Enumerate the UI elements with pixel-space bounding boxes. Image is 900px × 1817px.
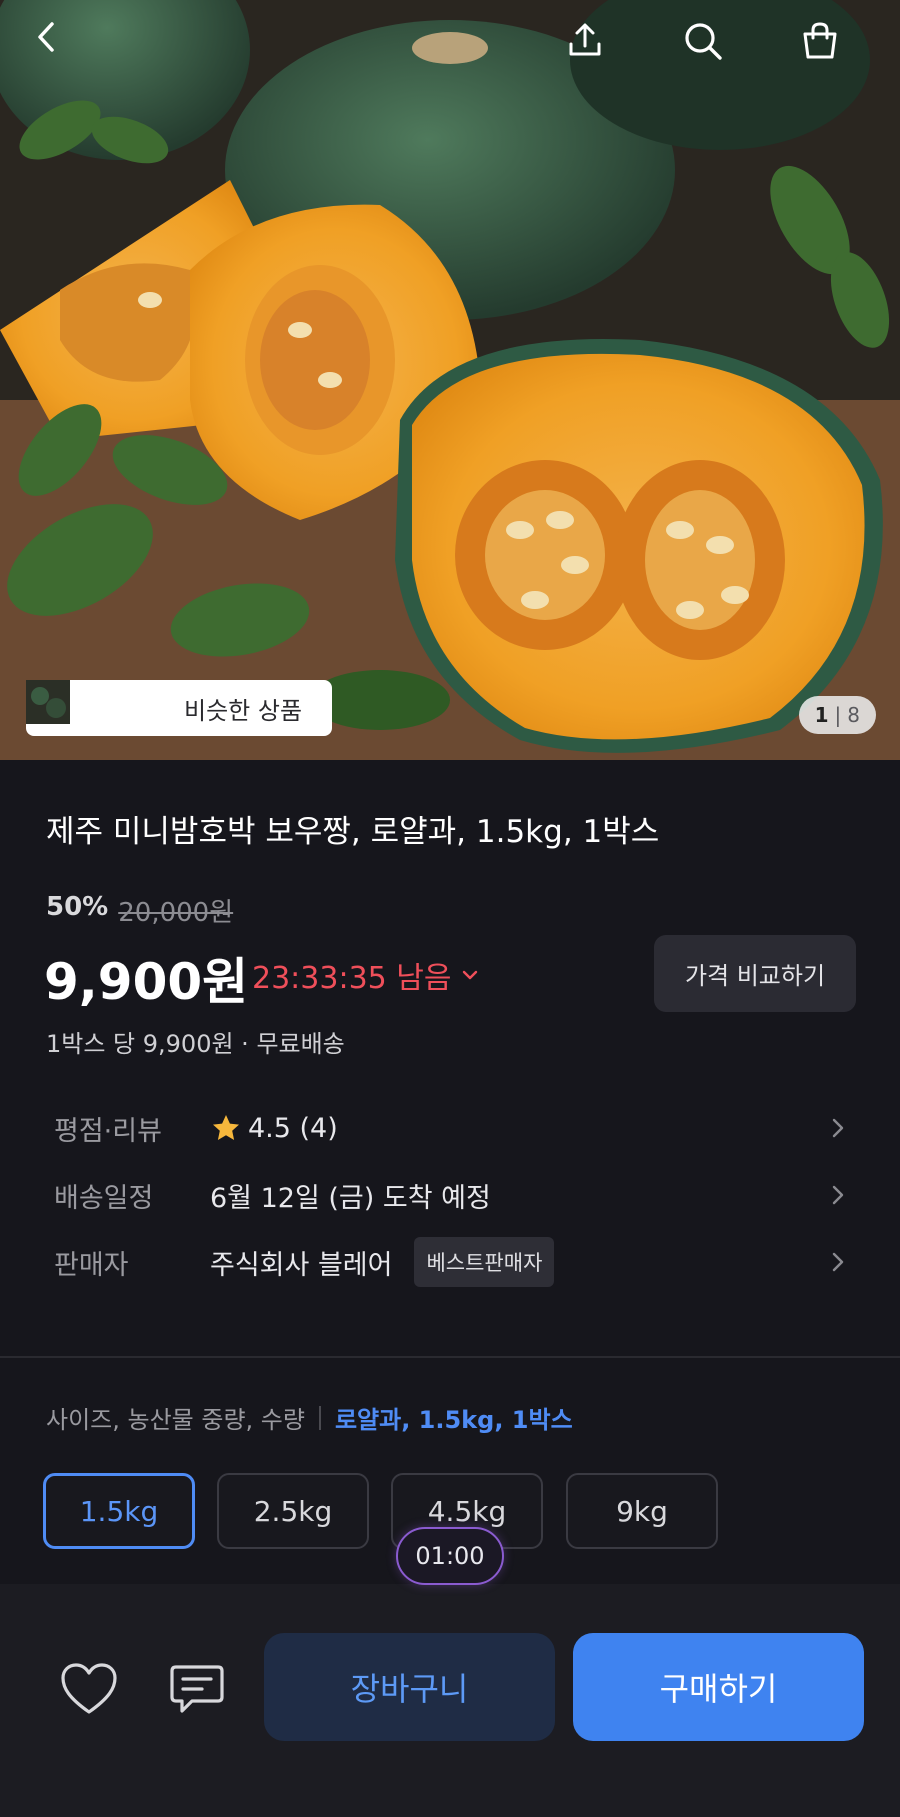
delivery-schedule-row[interactable]: 배송일정 6월 12일 (금) 도착 예정 (0, 1165, 900, 1225)
bag-icon (803, 22, 837, 59)
similar-thumb-2 (26, 680, 125, 730)
product-image-carousel[interactable]: 비슷한 상품 1 | 8 (0, 0, 900, 760)
delivery-schedule-label: 배송일정 (54, 1182, 154, 1214)
deal-timer-text: 23:33:35 남음 (252, 961, 452, 996)
chat-icon (170, 1665, 224, 1713)
rating-review-label: 평점·리뷰 (54, 1115, 162, 1147)
rating-review-value-wrap: 4.5 (4) (210, 1112, 338, 1144)
seller-value-wrap: 주식회사 블레어 베스트판매자 (210, 1237, 555, 1287)
wishlist-button[interactable] (54, 1654, 124, 1724)
option-chip-1-5kg[interactable]: 1.5kg (43, 1473, 195, 1549)
share-icon (569, 23, 601, 56)
chevron-down-icon (463, 970, 478, 980)
heart-icon (61, 1663, 117, 1714)
back-button[interactable] (30, 20, 90, 80)
similar-products-button[interactable]: 비슷한 상품 (26, 680, 332, 736)
chevron-right-icon (832, 1185, 844, 1205)
best-seller-badge: 베스트판매자 (414, 1237, 555, 1287)
inquiry-button[interactable] (162, 1654, 232, 1724)
option-header: 사이즈, 농산물 중량, 수량 로얄과, 1.5kg, 1박스 (46, 1400, 573, 1435)
back-icon (38, 22, 54, 52)
buy-now-button[interactable]: 구매하기 (573, 1633, 864, 1741)
discount-rate: 50% (46, 892, 109, 922)
floating-timer[interactable]: 01:00 (396, 1527, 504, 1585)
similar-thumb-3 (26, 680, 174, 730)
rating-value: 4.5 (4) (248, 1112, 338, 1144)
image-counter: 1 | 8 (798, 696, 876, 734)
share-button[interactable] (565, 20, 625, 80)
option-chip-9kg[interactable]: 9kg (566, 1473, 718, 1549)
seller-label: 판매자 (54, 1249, 129, 1281)
similar-products-label: 비슷한 상품 (184, 696, 303, 725)
search-icon (685, 23, 722, 60)
product-title: 제주 미니밤호박 보우짱, 로얄과, 1.5kg, 1박스 (46, 814, 660, 850)
option-selected-value: 로얄과, 1.5kg, 1박스 (334, 1406, 573, 1434)
cart-bag-button[interactable] (799, 20, 859, 80)
add-to-cart-button[interactable]: 장바구니 (264, 1633, 555, 1741)
seller-name: 주식회사 블레어 (210, 1249, 393, 1281)
original-price: 20,000원 (118, 898, 234, 928)
star-icon (213, 1115, 239, 1140)
option-header-label: 사이즈, 농산물 중량, 수량 (46, 1406, 305, 1434)
discount-row: 50% 20,000원 (46, 892, 233, 929)
search-button[interactable] (682, 20, 742, 80)
sale-price: 9,900원 (44, 953, 249, 1011)
rating-review-row[interactable]: 평점·리뷰 4.5 (4) (0, 1098, 900, 1158)
unit-price-shipping: 1박스 당 9,900원 · 무료배송 (46, 1030, 345, 1058)
image-counter-current: 1 (814, 703, 829, 727)
chevron-right-icon (832, 1118, 844, 1138)
deal-timer[interactable]: 23:33:35 남음 (252, 953, 479, 997)
seller-row[interactable]: 판매자 주식회사 블레어 베스트판매자 (0, 1232, 900, 1292)
product-photo (0, 0, 900, 760)
image-counter-sep: | (834, 703, 842, 727)
option-header-separator (318, 1405, 321, 1430)
delivery-schedule-value: 6월 12일 (금) 도착 예정 (210, 1182, 491, 1214)
image-counter-total: 8 (847, 703, 860, 727)
chevron-right-icon (832, 1252, 844, 1272)
price-compare-button[interactable]: 가격 비교하기 (654, 935, 856, 1012)
option-chip-2-5kg[interactable]: 2.5kg (217, 1473, 369, 1549)
section-divider (0, 1356, 900, 1358)
